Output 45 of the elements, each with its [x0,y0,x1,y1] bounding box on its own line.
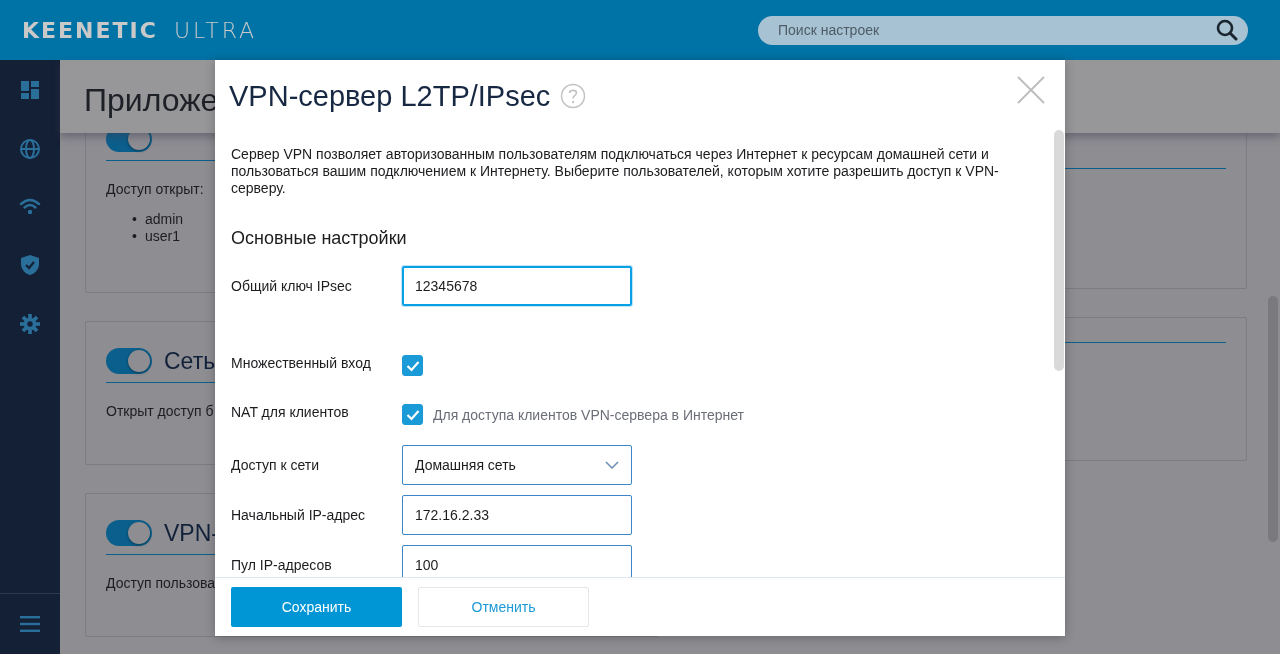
dashboard-icon[interactable] [20,80,40,100]
globe-icon[interactable] [19,138,41,160]
scrollbar[interactable] [1054,130,1064,371]
field-label: Пул IP-адресов [231,557,333,573]
input-field[interactable]: 12345678 [402,266,632,306]
bullet: • [132,228,137,245]
section-title: Основные настройки [231,228,408,249]
field-label: Общий ключ IPsec [231,278,353,294]
input-field[interactable]: 172.16.2.33 [402,495,632,535]
field-label: Доступ к сети [231,457,321,473]
checkmark-icon [405,359,420,372]
logo: KEENETIC [22,17,158,43]
field-label: NAT для клиентов [231,404,350,420]
page-title: Приложе [84,81,219,120]
toggle-switch[interactable] [106,520,152,546]
description: Сервер VPN позволяет авторизованным пользователям подключаться через Интернет к ресурсам домашней сети и пользоваться вашим подключением к Интернету. Выберите пользователей, которым хотите разрешить доступ к VPN-серверу. [231,146,1000,197]
search-icon[interactable] [1216,19,1238,41]
checkbox-hint: Для доступа клиентов VPN-сервера в Интернет [433,406,745,423]
settings-icon[interactable] [20,314,40,334]
search-field[interactable]: Поиск настроек [758,15,1248,45]
checkbox[interactable] [402,404,423,425]
shield-check-icon[interactable] [20,254,40,276]
chevron-down-icon [605,461,619,469]
dropdown[interactable]: Домашняя сеть [402,445,632,485]
user-list-item: admin [144,211,184,228]
field-label: Множественный вход [231,355,372,371]
card-text: Доступ пользова [106,575,216,591]
checkbox[interactable] [402,355,423,376]
toggle-switch[interactable] [106,348,152,374]
toggle-switch[interactable] [106,133,152,152]
field-label: Начальный IP-адрес [231,507,367,523]
checkmark-icon [405,408,420,421]
model-name: ULTRA [173,17,258,43]
user-list-item: user1 [144,228,180,245]
card-title: Сеть [164,347,216,375]
wifi-icon[interactable] [19,198,41,216]
bullet: • [132,211,137,228]
dialog-title: VPN-сервер L2TP/IPsec [229,79,551,113]
card-text: Доступ открыт: [106,181,204,197]
card-title: VPN- [164,519,219,547]
help-icon[interactable] [560,83,587,109]
card-text: Открыт доступ б [106,403,214,419]
input-field[interactable]: 100 [402,545,632,577]
menu-icon[interactable] [20,616,40,632]
close-icon[interactable] [1017,76,1045,104]
